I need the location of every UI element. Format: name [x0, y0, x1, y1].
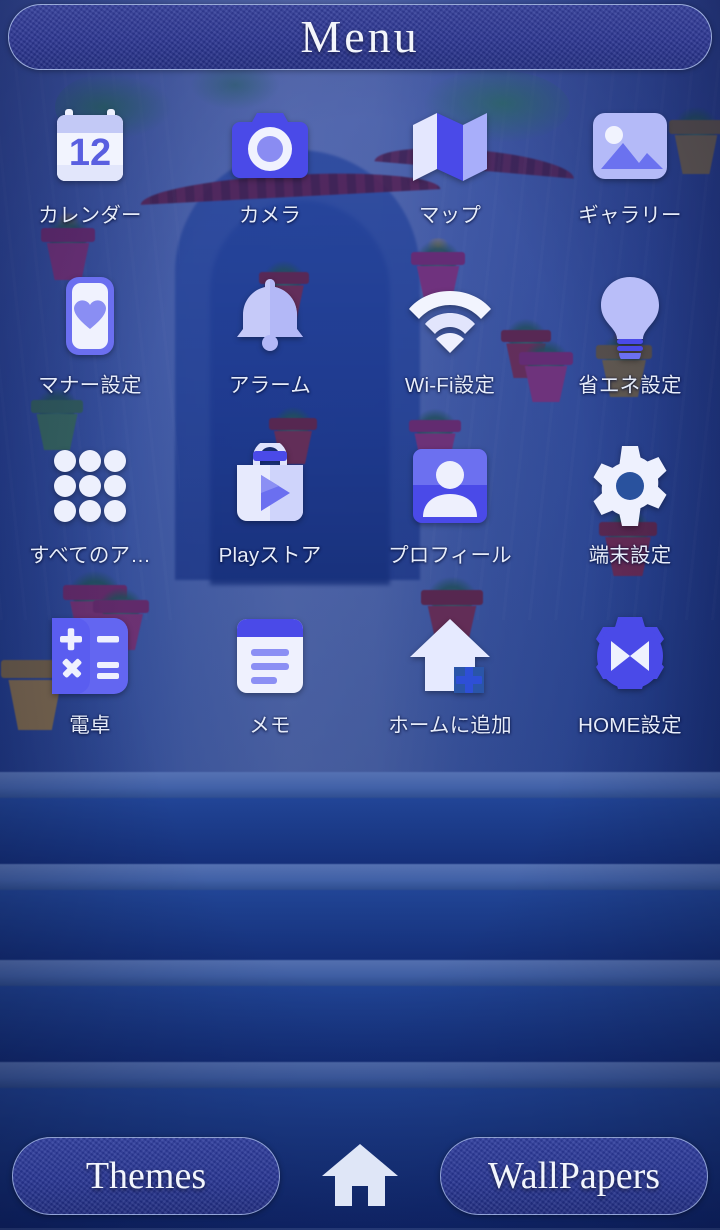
wifi-icon: [400, 266, 500, 366]
app-home-settings[interactable]: HOME設定: [540, 606, 720, 744]
bottom-bar: Themes WallPapers: [0, 1120, 720, 1230]
calculator-icon: [40, 606, 140, 706]
app-label: カレンダー: [38, 204, 142, 227]
app-all-apps[interactable]: すべてのア…: [0, 436, 180, 574]
themes-label: Themes: [85, 1155, 207, 1197]
calendar-icon: 12: [40, 96, 140, 196]
menu-header-bar: Menu: [8, 4, 712, 70]
gallery-icon: [580, 96, 680, 196]
app-label: メモ: [249, 714, 291, 737]
wallpapers-label: WallPapers: [487, 1155, 661, 1197]
app-label: すべてのア…: [29, 544, 151, 567]
profile-person-icon: [400, 436, 500, 536]
play-store-icon: [220, 436, 320, 536]
app-label: アラーム: [228, 374, 312, 397]
app-label: プロフィール: [388, 544, 512, 567]
app-camera[interactable]: カメラ: [180, 96, 360, 234]
wallpapers-button[interactable]: WallPapers: [440, 1137, 708, 1215]
app-add-to-home[interactable]: ホームに追加: [360, 606, 540, 744]
app-alarm[interactable]: アラーム: [180, 266, 360, 404]
app-device-settings[interactable]: 端末設定: [540, 436, 720, 574]
app-map[interactable]: マップ: [360, 96, 540, 234]
app-label: マナー設定: [38, 374, 142, 397]
lightbulb-icon: [580, 266, 680, 366]
gear-icon: [580, 436, 680, 536]
app-play-store[interactable]: Playストア: [180, 436, 360, 574]
app-label: マップ: [418, 204, 482, 227]
app-label: ホームに追加: [388, 714, 512, 737]
home-button[interactable]: [314, 1142, 406, 1212]
home-icon: [319, 1142, 401, 1213]
app-label: Wi-Fi設定: [404, 374, 496, 397]
app-memo[interactable]: メモ: [180, 606, 360, 744]
map-icon: [400, 96, 500, 196]
app-label: 電卓: [69, 714, 111, 737]
app-energy-saving[interactable]: 省エネ設定: [540, 266, 720, 404]
launcher-menu-screen: Menu 12 カレンダー カメラ マップ ギャラリー マナー設定 アラーム W…: [0, 0, 720, 1230]
app-label: 端末設定: [588, 544, 672, 567]
app-profile[interactable]: プロフィール: [360, 436, 540, 574]
app-gallery[interactable]: ギャラリー: [540, 96, 720, 234]
app-label: 省エネ設定: [578, 374, 682, 397]
app-wifi-settings[interactable]: Wi-Fi設定: [360, 266, 540, 404]
app-grid: 12 カレンダー カメラ マップ ギャラリー マナー設定 アラーム Wi-Fi設…: [0, 96, 720, 744]
app-label: ギャラリー: [578, 204, 682, 227]
memo-note-icon: [220, 606, 320, 706]
app-manner-mode[interactable]: マナー設定: [0, 266, 180, 404]
all-apps-grid-icon: [40, 436, 140, 536]
camera-icon: [220, 96, 320, 196]
alarm-bell-icon: [220, 266, 320, 366]
app-label: Playストア: [218, 544, 322, 567]
add-to-home-icon: [400, 606, 500, 706]
page-title: Menu: [300, 11, 420, 62]
app-label: HOME設定: [578, 714, 682, 737]
app-label: カメラ: [238, 204, 302, 227]
home-settings-gear-icon: [580, 606, 680, 706]
calendar-day-number: 12: [69, 132, 111, 174]
app-calculator[interactable]: 電卓: [0, 606, 180, 744]
themes-button[interactable]: Themes: [12, 1137, 280, 1215]
app-calendar[interactable]: 12 カレンダー: [0, 96, 180, 234]
manner-mode-icon: [40, 266, 140, 366]
